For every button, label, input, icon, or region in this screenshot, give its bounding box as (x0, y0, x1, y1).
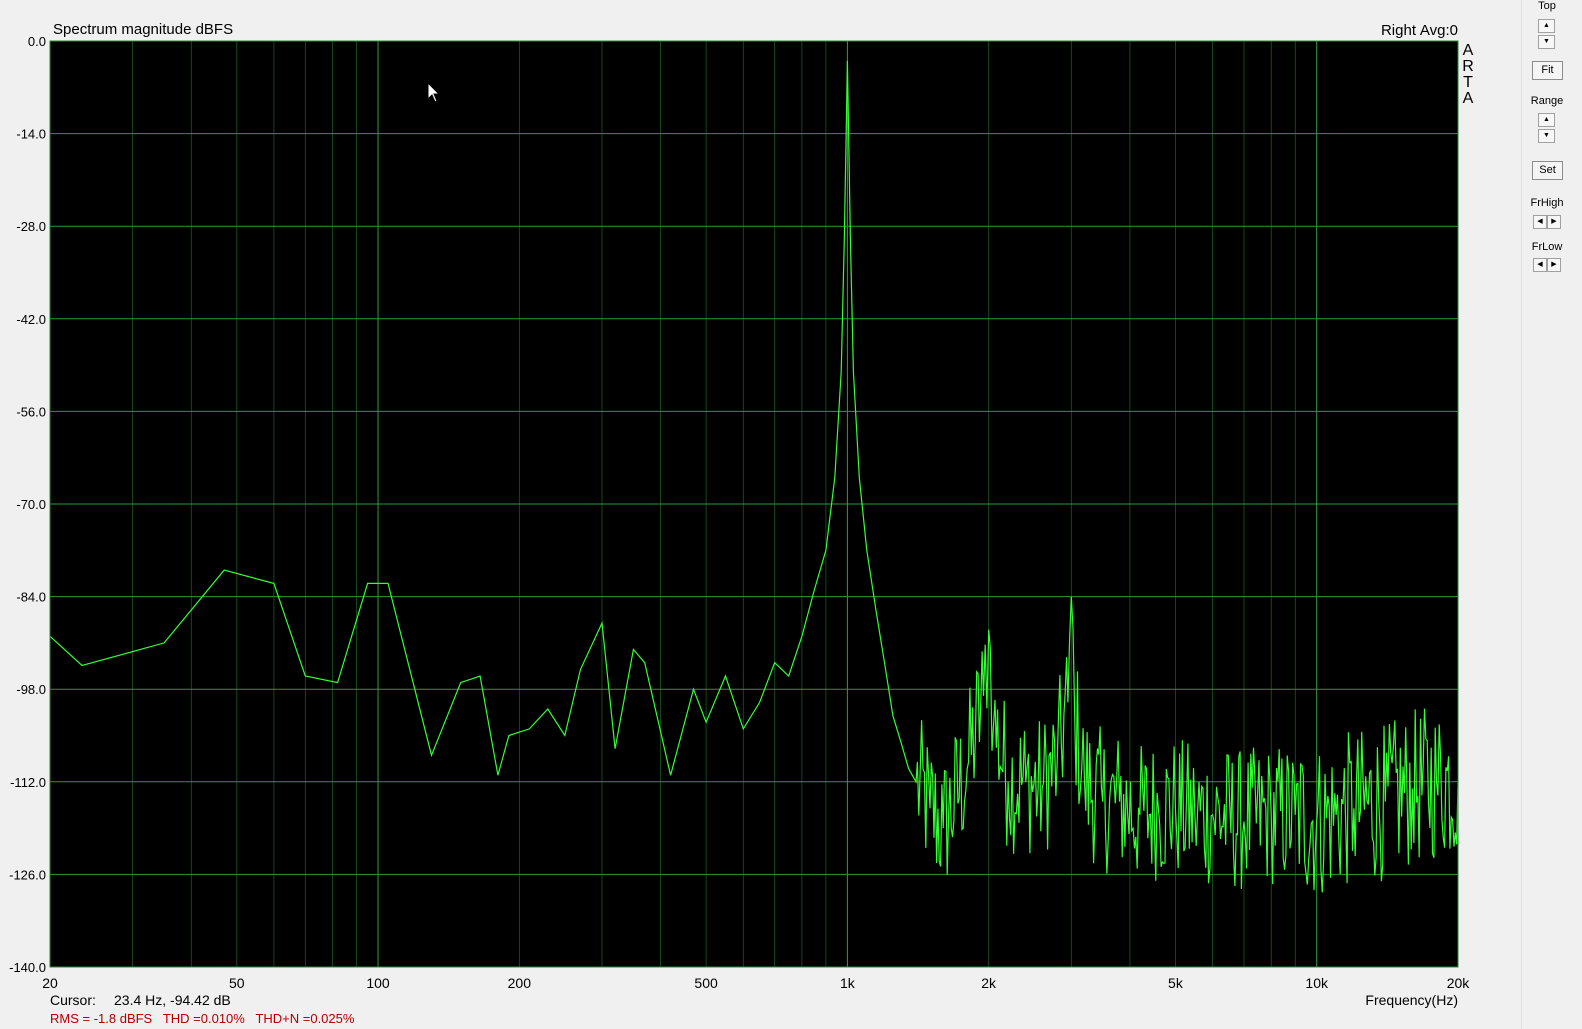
y-tick-label: -14.0 (16, 127, 46, 142)
top-label: Top (1538, 0, 1556, 12)
x-axis-label: Frequency(Hz) (1365, 992, 1458, 1008)
avg-label: Avg:0 (1420, 22, 1458, 39)
x-tick-label: 20k (1447, 975, 1471, 991)
x-tick-label: 100 (366, 975, 390, 991)
frlow-label: FrLow (1531, 241, 1563, 253)
up-arrow-icon: ▲ (1543, 22, 1550, 29)
x-axis-ticks: 20 50 100 200 500 1k 2k 5k 10k 20k (42, 975, 1470, 991)
range-down-button[interactable]: ▼ (1538, 129, 1555, 143)
x-tick-label: 1k (840, 975, 856, 991)
frhigh-left-button[interactable]: ◀ (1533, 215, 1547, 229)
x-tick-label: 200 (508, 975, 532, 991)
down-arrow-icon: ▼ (1543, 38, 1550, 45)
measurement-readout: RMS = -1.8 dBFS THD =0.010% THD+N =0.025… (50, 1011, 355, 1026)
y-tick-label: -28.0 (16, 219, 46, 234)
y-tick-label: -112.0 (10, 775, 46, 790)
top-up-button[interactable]: ▲ (1538, 19, 1555, 33)
top-down-button[interactable]: ▼ (1538, 35, 1555, 49)
left-arrow-icon: ◀ (1537, 218, 1543, 225)
logo-letter-2: R (1462, 58, 1474, 75)
fit-button[interactable]: Fit (1532, 61, 1563, 80)
x-tick-label: 50 (229, 975, 245, 991)
cursor-label: Cursor: (50, 992, 96, 1008)
side-panel: Top ▲ ▼ Fit Range ▲ ▼ Set FrHigh ◀ ▶ FrL… (1521, 0, 1582, 1029)
x-tick-label: 500 (694, 975, 718, 991)
frlow-left-button[interactable]: ◀ (1533, 258, 1547, 272)
y-tick-label: -56.0 (16, 404, 46, 419)
y-tick-label: -70.0 (16, 497, 46, 512)
frlow-right-button[interactable]: ▶ (1547, 258, 1561, 272)
range-up-button[interactable]: ▲ (1538, 113, 1555, 127)
x-tick-label: 10k (1305, 975, 1329, 991)
main-window: Spectrum magnitude dBFS Right Avg:0 A R … (0, 0, 1521, 1029)
set-button[interactable]: Set (1532, 161, 1563, 180)
right-arrow-icon: ▶ (1551, 261, 1557, 268)
logo-letter-1: A (1463, 42, 1474, 59)
left-arrow-icon: ◀ (1537, 261, 1543, 268)
y-tick-label: -84.0 (16, 590, 46, 605)
spectrum-chart[interactable]: Spectrum magnitude dBFS Right Avg:0 A R … (0, 0, 1521, 1029)
y-tick-label: 0.0 (28, 34, 46, 49)
chart-title: Spectrum magnitude dBFS (53, 21, 233, 38)
range-label: Range (1530, 95, 1564, 107)
right-arrow-icon: ▶ (1551, 218, 1557, 225)
up-arrow-icon: ▲ (1543, 116, 1550, 123)
cursor-value: 23.4 Hz, -94.42 dB (114, 992, 231, 1008)
y-tick-label: -98.0 (16, 682, 46, 697)
y-tick-label: -126.0 (9, 867, 46, 882)
down-arrow-icon: ▼ (1543, 132, 1550, 139)
y-tick-label: -140.0 (9, 960, 46, 975)
logo-letter-3: T (1463, 74, 1473, 91)
y-axis-ticks: 0.0 -14.0 -28.0 -42.0 -56.0 -70.0 -84.0 -98.0 -1… (9, 34, 46, 975)
channel-label: Right (1381, 22, 1417, 39)
logo-letter-4: A (1463, 90, 1474, 107)
frhigh-label: FrHigh (1530, 197, 1564, 209)
frhigh-right-button[interactable]: ▶ (1547, 215, 1561, 229)
x-tick-label: 5k (1168, 975, 1184, 991)
x-tick-label: 20 (42, 975, 58, 991)
y-tick-label: -42.0 (16, 312, 46, 327)
x-tick-label: 2k (981, 975, 997, 991)
